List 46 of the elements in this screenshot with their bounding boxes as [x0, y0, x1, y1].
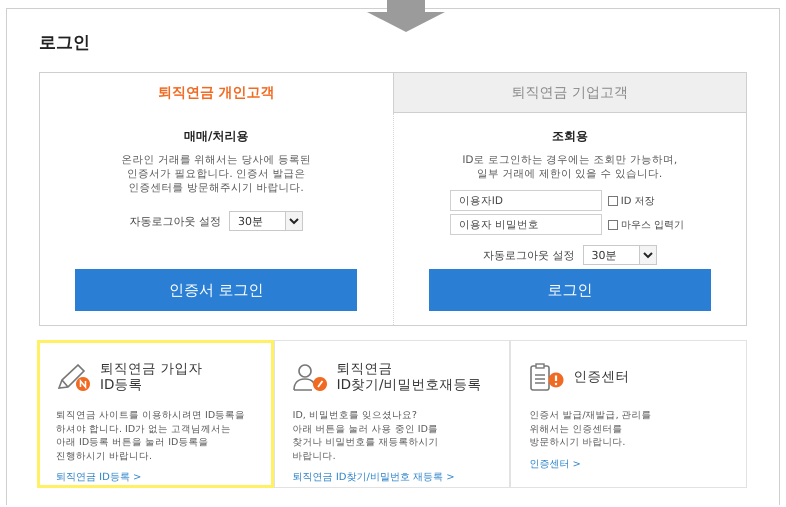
- caret-icon: [638, 246, 656, 264]
- page-title: 로그인: [39, 32, 90, 54]
- tab[interactable]: 퇴직연금 기업고객: [392, 73, 746, 113]
- input-field[interactable]: 이용자 비밀번호: [450, 214, 602, 235]
- checkbox[interactable]: [608, 220, 618, 230]
- description-line: 퇴직연금 사이트를 이용하시려면 ID등록을: [56, 409, 246, 422]
- description-line: 바랍니다.: [292, 450, 337, 463]
- dropdown[interactable]: 30분: [229, 211, 303, 231]
- card-title: 인증센터: [573, 369, 630, 385]
- card-title: ID등록: [100, 377, 144, 393]
- description-line: 찾거나 비밀번호를 재등록하시기: [292, 436, 440, 450]
- panel-heading: 조회용: [552, 128, 588, 145]
- checkbox-label: ID 저장: [620, 194, 655, 208]
- login-button[interactable]: 로그인: [428, 269, 711, 311]
- dropdown[interactable]: 30분: [582, 245, 656, 265]
- down-arrow-icon: [367, 0, 445, 32]
- input-field[interactable]: 이용자ID: [450, 190, 602, 211]
- description-line: 온라인 거래를 위해서는 당사에 등록된: [122, 153, 311, 167]
- description-line: 진행하시기 바랍니다.: [56, 450, 154, 463]
- auto-logout-label: 자동로그아웃 설정: [483, 248, 574, 262]
- user-icon: [292, 362, 329, 392]
- link[interactable]: 퇴직연금 ID찾기/비밀번호 재등록 >: [292, 470, 455, 484]
- card-title: 퇴직연금: [336, 361, 394, 377]
- description-line: 아래 ID등록 버튼을 눌러 ID등록을: [56, 436, 210, 450]
- description-line: 인증서가 필요합니다. 인증서 발급은: [127, 167, 306, 181]
- description-line: 방문하시기 바랍니다.: [529, 436, 626, 450]
- panel-heading: 매매/처리용: [184, 128, 248, 145]
- login-button[interactable]: 인증서 로그인: [75, 269, 358, 311]
- link[interactable]: 인증센터 >: [529, 456, 581, 470]
- checkbox-label: 마우스 입력기: [620, 218, 684, 232]
- card-title: ID찾기/비밀번호재등록: [336, 377, 482, 393]
- caret-icon: [285, 212, 302, 230]
- description-line: 아래 버튼을 눌러 사용 중인 ID를: [292, 422, 439, 436]
- description-line: 인증서 발급/재발급, 관리를: [529, 409, 653, 422]
- description-line: 위해서는 인증센터를: [529, 422, 624, 436]
- description-line: 하셔야 합니다. ID가 없는 고객님께서는: [56, 422, 232, 436]
- link[interactable]: 퇴직연금 ID등록 >: [56, 470, 142, 484]
- description-line: ID, 비밀번호를 잊으셨나요?: [292, 409, 418, 422]
- card-title: 퇴직연금 가입자: [100, 361, 202, 377]
- pencil-icon: [56, 362, 92, 392]
- clipboard-icon: [529, 362, 566, 392]
- description-line: ID로 로그인하는 경우에는 조회만 가능하며,: [462, 153, 678, 167]
- description-line: 인증센터를 방문해주시기 바랍니다.: [128, 181, 304, 195]
- auto-logout-label: 자동로그아웃 설정: [130, 214, 221, 228]
- description-line: 일부 거래에 제한이 있을 수 있습니다.: [477, 167, 662, 181]
- checkbox[interactable]: [608, 196, 618, 206]
